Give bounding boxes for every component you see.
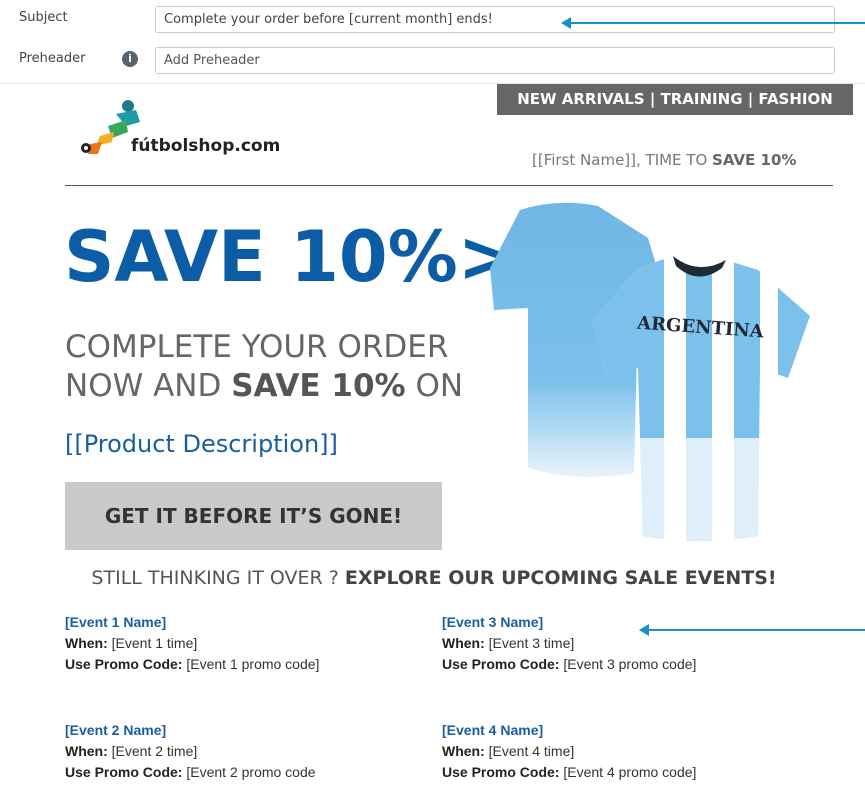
event-name[interactable]: [Event 2 Name] (65, 720, 316, 741)
greeting-offer: SAVE 10% (712, 151, 797, 169)
product-description: [[Product Description]] (65, 430, 338, 458)
hero-subheading: COMPLETE YOUR ORDER NOW AND SAVE 10% ON (65, 328, 485, 406)
event-time: [Event 4 time] (488, 743, 575, 759)
preheader-label: Preheader (19, 51, 86, 66)
hero-divider (65, 185, 833, 186)
event-promo-code: [Event 4 promo code] (563, 764, 697, 780)
event-promo-code: [Event 2 promo code (186, 764, 316, 780)
annotation-arrow-icon (561, 17, 865, 29)
cta-button[interactable]: GET IT BEFORE IT’S GONE! (65, 482, 442, 550)
event-block-3: [Event 3 Name] When: [Event 3 time] Use … (442, 612, 696, 675)
promo-label: Use Promo Code: (442, 764, 560, 780)
tagline-bold: EXPLORE OUR UPCOMING SALE EVENTS! (344, 567, 777, 589)
event-name[interactable]: [Event 4 Name] (442, 720, 696, 741)
event-time-row: When: [Event 4 time] (442, 741, 696, 762)
event-name[interactable]: [Event 1 Name] (65, 612, 319, 633)
event-code-row: Use Promo Code: [Event 3 promo code] (442, 654, 696, 675)
email-nav-bar[interactable]: NEW ARRIVALS | TRAINING | FASHION (497, 84, 853, 115)
event-name[interactable]: [Event 3 Name] (442, 612, 696, 633)
when-label: When: (442, 635, 485, 651)
when-label: When: (65, 635, 108, 651)
event-block-2: [Event 2 Name] When: [Event 2 time] Use … (65, 720, 316, 783)
preheader-input[interactable]: Add Preheader (155, 47, 835, 74)
greeting-prefix: [[First Name]], TIME TO (532, 151, 713, 169)
jersey-product-image: ARGENTINA (490, 202, 810, 541)
event-code-row: Use Promo Code: [Event 1 promo code] (65, 654, 319, 675)
event-time: [Event 3 time] (488, 635, 575, 651)
headline-prefix: NOW AND (65, 368, 232, 404)
when-label: When: (65, 743, 108, 759)
event-time-row: When: [Event 1 time] (65, 633, 319, 654)
event-time-row: When: [Event 3 time] (442, 633, 696, 654)
sale-events-tagline: STILL THINKING IT OVER ? EXPLORE OUR UPC… (0, 567, 865, 589)
event-promo-code: [Event 1 promo code] (186, 656, 320, 672)
hero-offer-heading: SAVE 10%> (64, 216, 517, 298)
event-code-row: Use Promo Code: [Event 4 promo code] (442, 762, 696, 783)
event-time: [Event 1 time] (111, 635, 198, 651)
headline-line-2: NOW AND SAVE 10% ON (65, 367, 485, 406)
event-time: [Event 2 time] (111, 743, 198, 759)
event-block-1: [Event 1 Name] When: [Event 1 time] Use … (65, 612, 319, 675)
headline-suffix: ON (405, 368, 464, 404)
subject-input[interactable]: Complete your order before [current mont… (155, 6, 835, 33)
promo-label: Use Promo Code: (65, 764, 183, 780)
greeting-text: [[First Name]], TIME TO SAVE 10% (532, 151, 796, 169)
event-time-row: When: [Event 2 time] (65, 741, 316, 762)
when-label: When: (442, 743, 485, 759)
subject-label: Subject (19, 10, 68, 25)
headline-offer: SAVE 10% (231, 368, 406, 404)
promo-label: Use Promo Code: (442, 656, 560, 672)
tagline-prefix: STILL THINKING IT OVER ? (91, 567, 345, 589)
headline-line-1: COMPLETE YOUR ORDER (65, 329, 449, 365)
event-promo-code: [Event 3 promo code] (563, 656, 697, 672)
event-block-4: [Event 4 Name] When: [Event 4 time] Use … (442, 720, 696, 783)
info-icon[interactable]: i (122, 51, 138, 67)
event-code-row: Use Promo Code: [Event 2 promo code (65, 762, 316, 783)
promo-label: Use Promo Code: (65, 656, 183, 672)
brand-name: fútbolshop.com (131, 136, 281, 156)
